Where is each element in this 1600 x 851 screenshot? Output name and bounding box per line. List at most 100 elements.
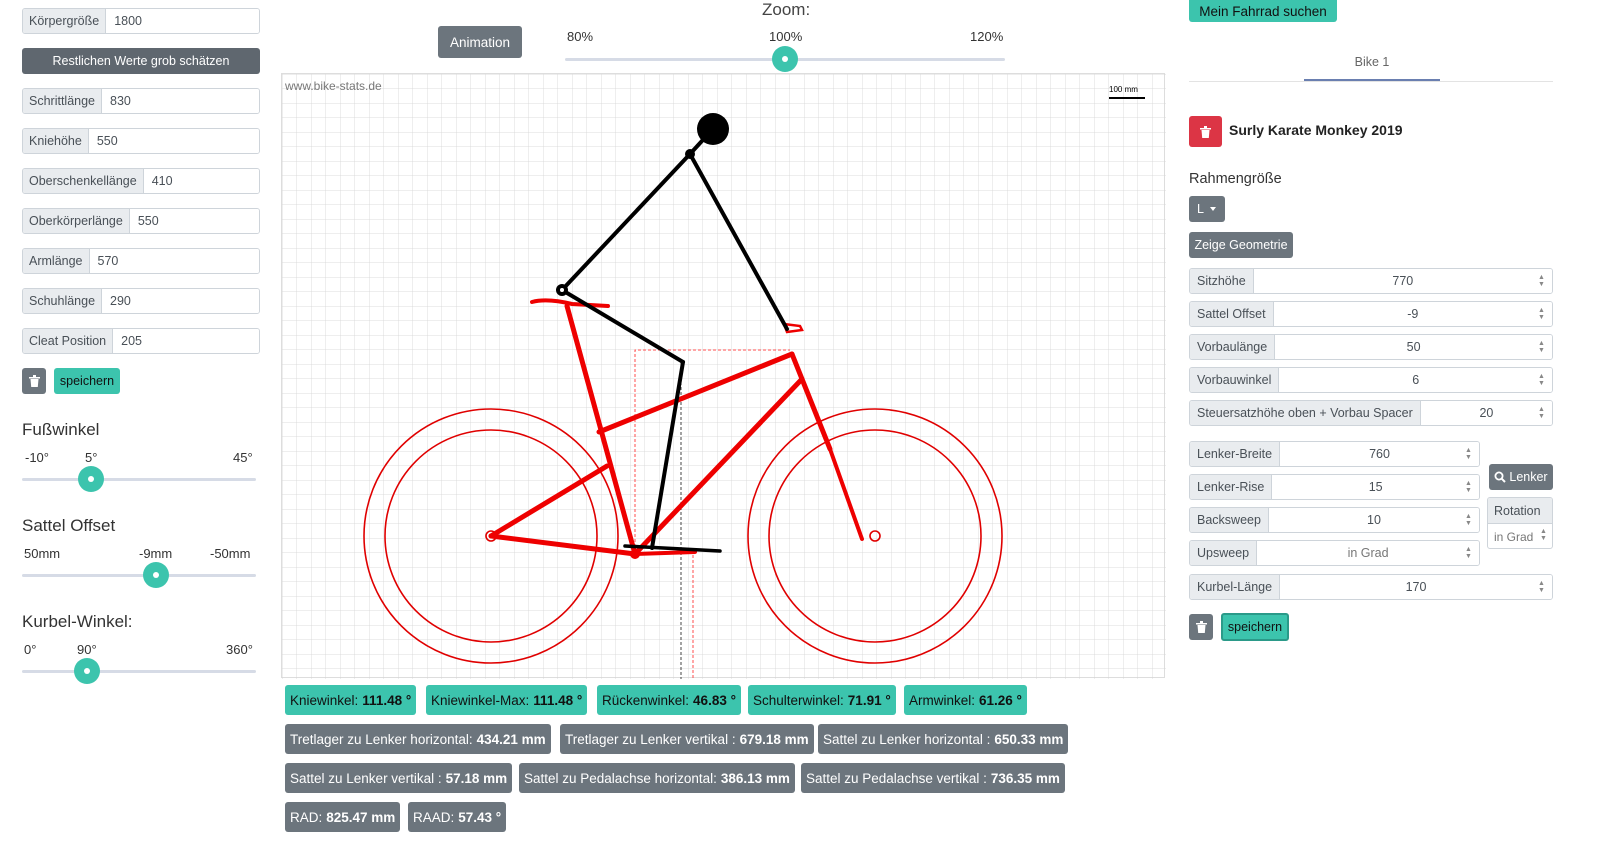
rotation-input[interactable]: in Grad ▲ ▼ (1488, 524, 1552, 548)
crank-angle-title: Kurbel-Winkel: (22, 612, 133, 631)
saddle-offset-input[interactable]: -9 ▲ ▼ (1273, 302, 1552, 326)
crank-length-input[interactable]: 170 ▲ ▼ (1280, 575, 1552, 599)
headset-spacer-field[interactable]: Steuersatzhöhe oben + Vorbau Spacer 20 ▲ ▼ (1189, 400, 1553, 426)
cleat-position-input[interactable]: 205 (113, 329, 259, 353)
bar-width-label: Lenker-Breite (1190, 442, 1281, 466)
spinner-icon[interactable]: ▲ ▼ (1464, 513, 1473, 527)
thigh-length-label: Oberschenkellänge (23, 169, 144, 193)
bar-width-input[interactable]: 760 ▲ ▼ (1280, 442, 1479, 466)
spinner-icon[interactable]: ▲ ▼ (1464, 447, 1473, 461)
cleat-position-field[interactable]: Cleat Position 205 (22, 328, 260, 354)
stem-length-input[interactable]: 50 ▲ ▼ (1275, 335, 1552, 359)
crank-length-value: 170 (1405, 580, 1427, 594)
find-bike-button[interactable]: Mein Fahrrad suchen (1189, 0, 1337, 22)
torso-length-input[interactable]: 550 (129, 209, 259, 233)
inseam-input[interactable]: 830 (102, 89, 259, 113)
inseam-field[interactable]: Schrittlänge 830 (22, 88, 260, 114)
animation-button[interactable]: Animation (438, 26, 522, 58)
tab-bike-1[interactable]: Bike 1 (1304, 44, 1440, 81)
headset-spacer-value: 20 (1479, 406, 1494, 420)
arm-length-input[interactable]: 570 (89, 249, 259, 273)
stem-angle-field[interactable]: Vorbauwinkel 6 ▲ ▼ (1189, 367, 1553, 393)
bike-name: Surly Karate Monkey 2019 (1229, 122, 1403, 138)
spinner-icon[interactable]: ▲ ▼ (1537, 580, 1546, 594)
spinner-icon[interactable]: ▲ ▼ (1537, 274, 1546, 288)
saddle-offset-handle[interactable] (143, 562, 169, 588)
seat-height-input[interactable]: 770 ▲ ▼ (1253, 269, 1552, 293)
back-angle-badge: Rückenwinkel: 46.83 ° (597, 685, 741, 715)
spinner-icon[interactable]: ▲ ▼ (1464, 480, 1473, 494)
save-person-button[interactable]: speichern (54, 368, 120, 394)
saddle-to-bar-horizontal-value: 650.33 mm (994, 731, 1064, 747)
raad-badge: RAAD: 57.43 ° (408, 802, 507, 832)
bar-rise-value: 15 (1368, 480, 1383, 494)
bottom-bracket (630, 549, 640, 559)
arm-length-field[interactable]: Armlänge 570 (22, 248, 260, 274)
backsweep-input[interactable]: 10 ▲ ▼ (1268, 508, 1479, 532)
inseam-label: Schrittlänge (23, 89, 103, 113)
body-height-input[interactable]: 1800 (106, 9, 259, 33)
bar-width-field[interactable]: Lenker-Breite 760 ▲ ▼ (1189, 441, 1480, 467)
upsweep-input[interactable]: in Grad ▲ ▼ (1257, 541, 1479, 565)
bike-fit-canvas[interactable]: www.bike-stats.de 100 mm (281, 73, 1166, 679)
shoe-length-field[interactable]: Schuhlänge 290 (22, 288, 260, 314)
torso-length-label: Oberkörperlänge (23, 209, 130, 233)
foot-angle-track[interactable] (22, 478, 256, 481)
bar-rise-input[interactable]: 15 ▲ ▼ (1272, 475, 1479, 499)
foot-angle-max: 45° (233, 450, 253, 465)
bar-rise-label: Lenker-Rise (1190, 475, 1273, 499)
crank-length-field[interactable]: Kurbel-Länge 170 ▲ ▼ (1189, 574, 1553, 600)
saddle-offset-value: -9mm (139, 546, 173, 561)
spinner-icon[interactable]: ▲ ▼ (1537, 406, 1546, 420)
headset-spacer-label: Steuersatzhöhe oben + Vorbau Spacer (1190, 401, 1421, 425)
stem-angle-input[interactable]: 6 ▲ ▼ (1279, 368, 1552, 392)
shoe-length-input[interactable]: 290 (102, 289, 259, 313)
back-angle-label: Rückenwinkel: (602, 692, 690, 708)
tab-bike-1-label: Bike 1 (1354, 54, 1390, 69)
crank-angle-track[interactable] (22, 670, 256, 673)
foot-angle-handle[interactable] (78, 466, 104, 492)
saddle-to-bar-horizontal-label: Sattel zu Lenker horizontal : (823, 731, 991, 747)
spinner-icon[interactable]: ▲ ▼ (1464, 546, 1473, 560)
body-height-field[interactable]: Körpergröße 1800 (22, 8, 260, 34)
thigh-length-field[interactable]: Oberschenkellänge 410 (22, 168, 260, 194)
spinner-icon[interactable]: ▲ ▼ (1537, 307, 1546, 321)
bb-to-bar-vertical-value: 679.18 mm (739, 731, 809, 747)
show-geometry-button[interactable]: Zeige Geometrie (1189, 232, 1293, 258)
crank-angle-handle[interactable] (74, 658, 100, 684)
spinner-icon[interactable]: ▲ ▼ (1539, 528, 1548, 542)
backsweep-field[interactable]: Backsweep 10 ▲ ▼ (1189, 507, 1480, 533)
crank-length-label: Kurbel-Länge (1190, 575, 1281, 599)
estimate-values-button[interactable]: Restlichen Werte grob schätzen (22, 48, 260, 74)
bb-to-bar-horizontal-value: 434.21 mm (476, 731, 546, 747)
save-bike-button[interactable]: speichern (1221, 613, 1289, 641)
knee-height-field[interactable]: Kniehöhe 550 (22, 128, 260, 154)
headset-spacer-input[interactable]: 20 ▲ ▼ (1420, 401, 1552, 425)
frame-size-dropdown[interactable]: L (1189, 196, 1225, 222)
knee-height-input[interactable]: 550 (88, 129, 259, 153)
spinner-icon[interactable]: ▲ ▼ (1537, 340, 1546, 354)
rotation-placeholder: in Grad (1494, 530, 1534, 544)
stem-length-field[interactable]: Vorbaulänge 50 ▲ ▼ (1189, 334, 1553, 360)
upsweep-field[interactable]: Upsweep in Grad ▲ ▼ (1189, 540, 1480, 566)
zoom-handle[interactable] (772, 46, 798, 72)
watermark: www.bike-stats.de (284, 79, 382, 93)
upsweep-label: Upsweep (1190, 541, 1258, 565)
bar-rise-field[interactable]: Lenker-Rise 15 ▲ ▼ (1189, 474, 1480, 500)
delete-person-button[interactable] (22, 368, 46, 394)
torso-length-field[interactable]: Oberkörperlänge 550 (22, 208, 260, 234)
shoulder-angle-value: 71.91 ° (847, 692, 891, 708)
shoe-length-label: Schuhlänge (23, 289, 103, 313)
rotation-label: Rotation (1488, 498, 1552, 524)
lenker-search-button[interactable]: Lenker (1489, 464, 1553, 490)
delete-bike-button[interactable] (1189, 116, 1222, 147)
saddle-offset-field[interactable]: Sattel Offset -9 ▲ ▼ (1189, 301, 1553, 327)
trash-icon (28, 375, 40, 387)
zoom-value-label: 100% (769, 29, 803, 44)
rotation-group: Rotation in Grad ▲ ▼ (1487, 497, 1553, 549)
spinner-icon[interactable]: ▲ ▼ (1537, 373, 1546, 387)
thigh-length-input[interactable]: 410 (143, 169, 259, 193)
saddle-offset-track[interactable] (22, 574, 256, 577)
delete-bike-settings-button[interactable] (1189, 614, 1213, 640)
seat-height-field[interactable]: Sitzhöhe 770 ▲ ▼ (1189, 268, 1553, 294)
